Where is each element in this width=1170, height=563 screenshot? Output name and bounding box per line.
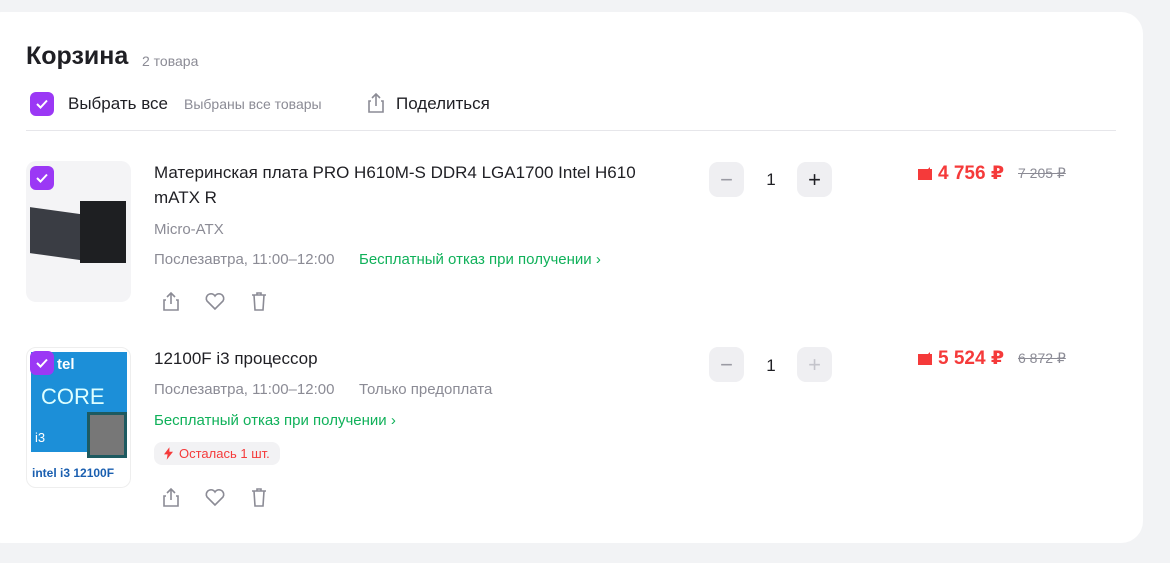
item-count: 2 товара bbox=[142, 53, 199, 69]
image-brand: tel bbox=[57, 356, 75, 373]
select-all-label[interactable]: Выбрать все bbox=[68, 94, 168, 114]
stock-badge-text: Осталась 1 шт. bbox=[179, 446, 270, 461]
old-price: 6 872 ₽ bbox=[1018, 350, 1066, 366]
wallet-icon bbox=[918, 167, 932, 180]
trash-icon[interactable] bbox=[248, 486, 270, 508]
price: 4 756 ₽ bbox=[938, 163, 1005, 184]
delivery-time: Послезавтра, 11:00–12:00 bbox=[154, 251, 335, 268]
share-button[interactable]: Поделиться bbox=[396, 94, 490, 114]
image-tier: i3 bbox=[35, 430, 46, 445]
free-return-link[interactable]: Бесплатный отказ при получении › bbox=[154, 412, 396, 429]
image-caption: intel i3 12100F bbox=[32, 466, 115, 480]
check-icon bbox=[36, 99, 48, 109]
heart-icon[interactable] bbox=[204, 290, 226, 312]
item-checkbox[interactable] bbox=[30, 166, 54, 190]
select-all-checkbox[interactable] bbox=[30, 92, 54, 116]
increase-quantity-button[interactable]: + bbox=[797, 162, 832, 197]
share-icon[interactable] bbox=[160, 290, 182, 312]
trash-icon[interactable] bbox=[248, 290, 270, 312]
old-price: 7 205 ₽ bbox=[1018, 165, 1066, 181]
selected-info: Выбраны все товары bbox=[184, 96, 322, 112]
decrease-quantity-button[interactable]: − bbox=[709, 347, 744, 382]
lightning-icon bbox=[164, 447, 173, 460]
prepay-note: Только предоплата bbox=[359, 381, 493, 398]
decrease-quantity-button[interactable]: − bbox=[709, 162, 744, 197]
delivery-time: Послезавтра, 11:00–12:00 bbox=[154, 381, 335, 398]
divider bbox=[26, 130, 1116, 131]
stock-badge: Осталась 1 шт. bbox=[154, 442, 280, 465]
product-title[interactable]: 12100F i3 процессор bbox=[154, 346, 674, 371]
quantity-value: 1 bbox=[766, 170, 776, 189]
wallet-icon bbox=[918, 352, 932, 365]
free-return-link[interactable]: Бесплатный отказ при получении › bbox=[359, 251, 601, 268]
check-icon bbox=[36, 173, 48, 183]
quantity-value: 1 bbox=[766, 356, 776, 375]
check-icon bbox=[36, 358, 48, 368]
increase-quantity-button[interactable]: + bbox=[797, 347, 832, 382]
share-icon[interactable] bbox=[160, 486, 182, 508]
price: 5 524 ₽ bbox=[938, 348, 1005, 369]
page-title: Корзина bbox=[26, 42, 129, 70]
product-variant: Micro-ATX bbox=[154, 221, 224, 238]
heart-icon[interactable] bbox=[204, 486, 226, 508]
share-icon[interactable] bbox=[366, 92, 386, 114]
image-line: CORE bbox=[41, 384, 105, 409]
product-title[interactable]: Материнская плата PRO H610M-S DDR4 LGA17… bbox=[154, 160, 674, 210]
item-checkbox[interactable] bbox=[30, 351, 54, 375]
